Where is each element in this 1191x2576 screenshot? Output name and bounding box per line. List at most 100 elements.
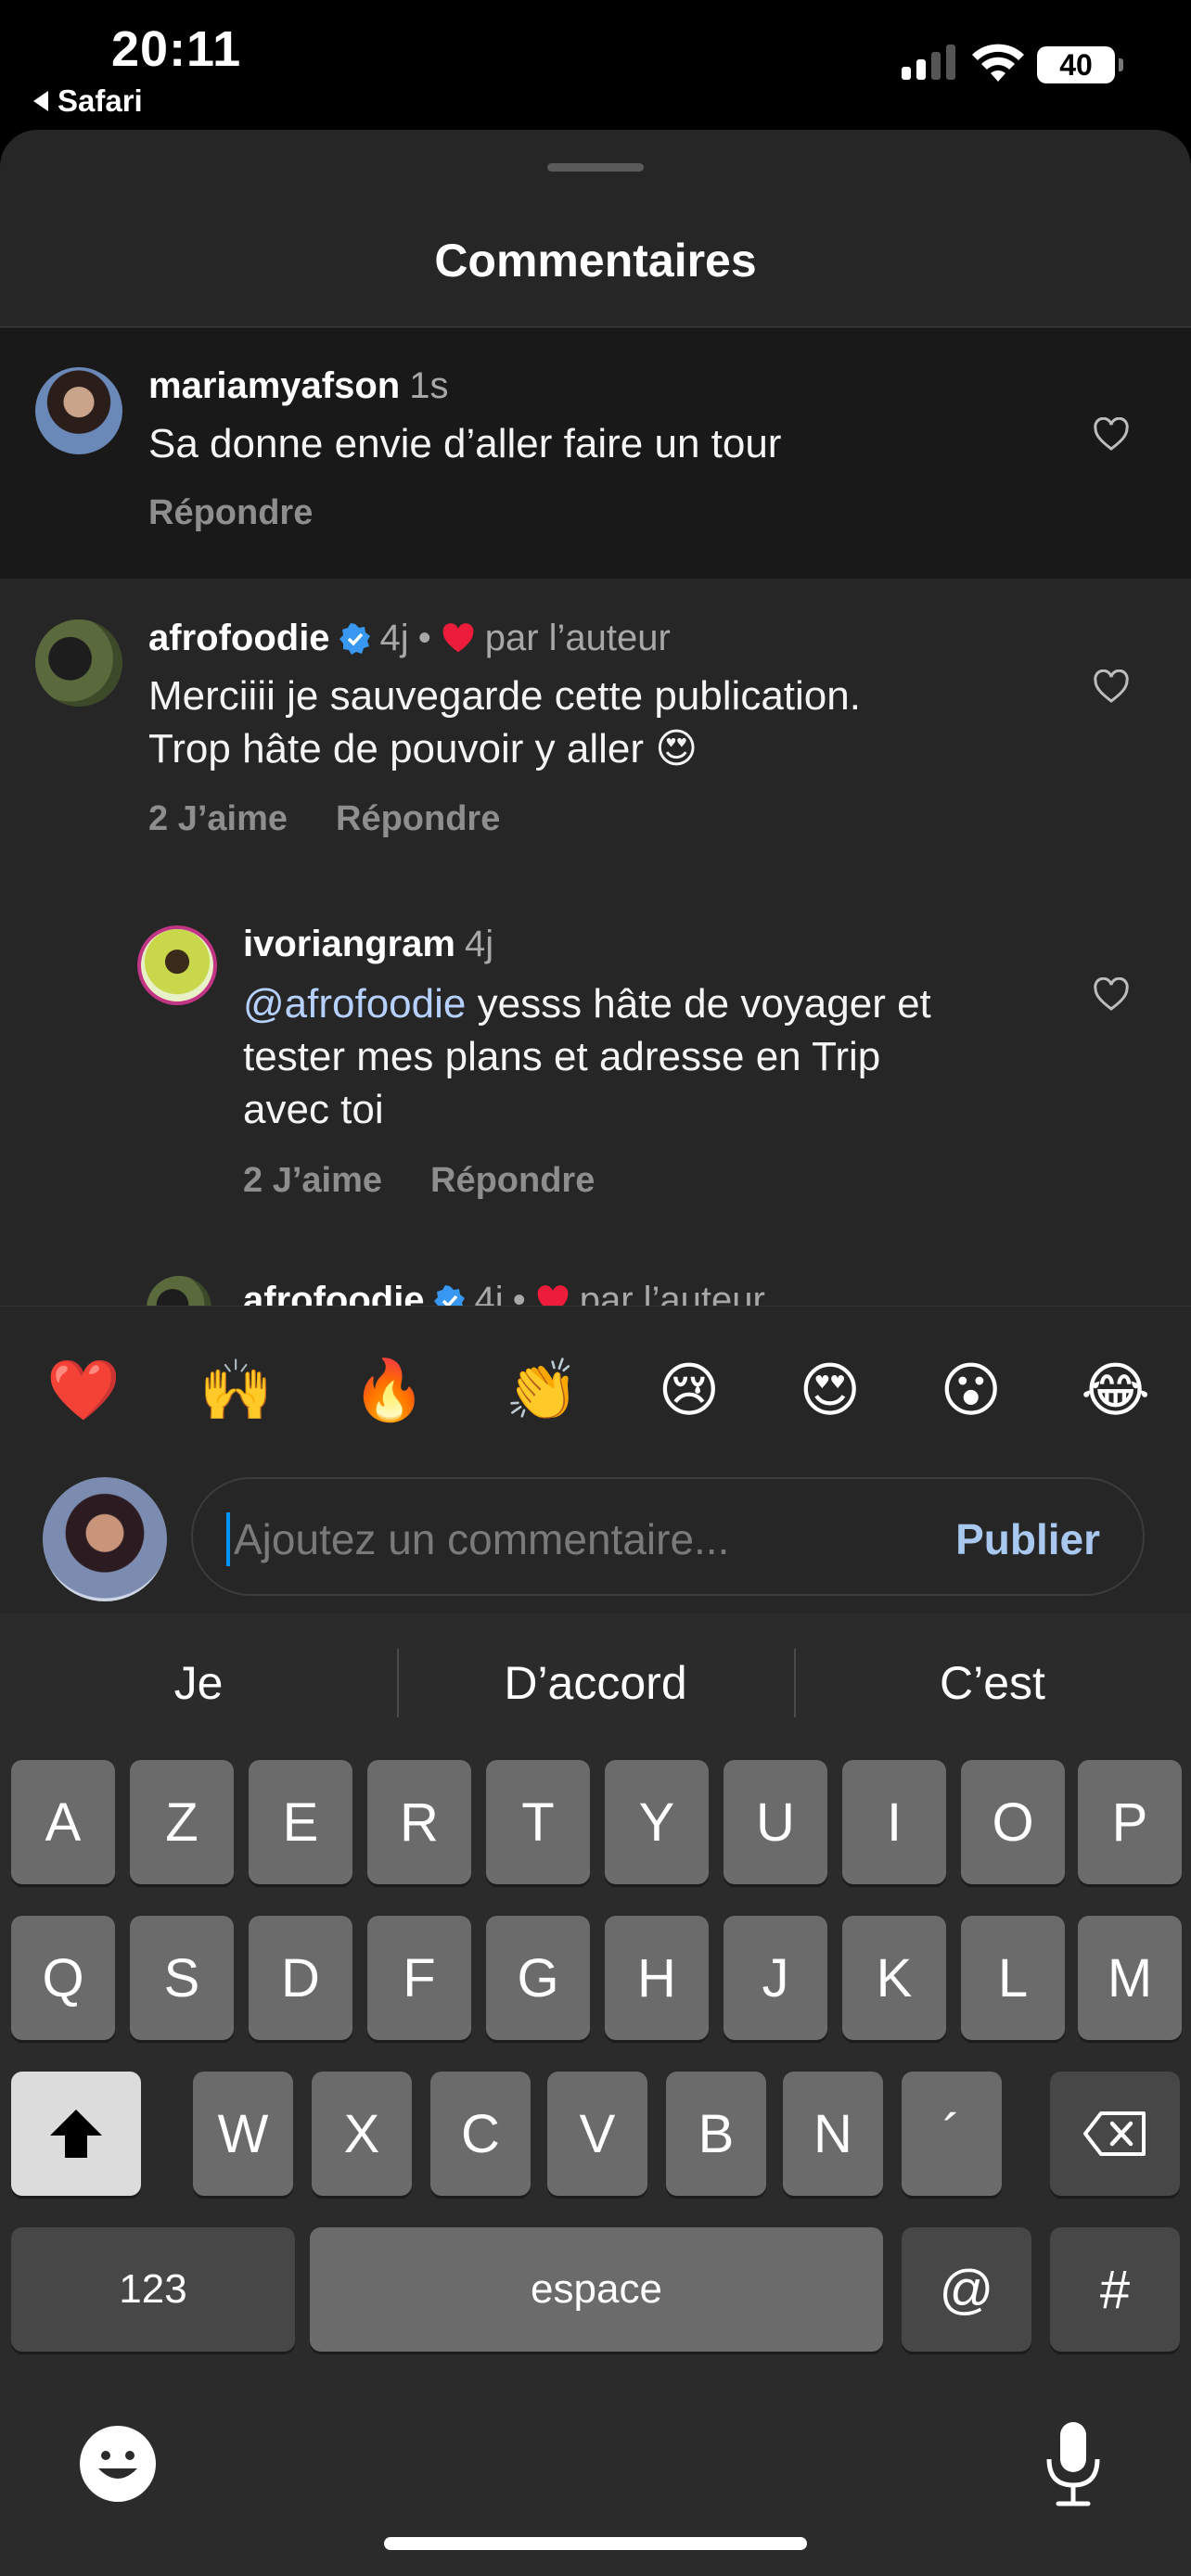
key-o[interactable]: O xyxy=(961,1760,1065,1884)
comment-text-fragment: yesss hâte de voyager et xyxy=(466,981,931,1027)
emoji-crying-button[interactable]: 😢 xyxy=(659,1353,721,1427)
mention-link[interactable]: @afrofoodie xyxy=(243,981,466,1027)
comment-username[interactable]: mariamyafson xyxy=(148,365,400,407)
comment-text-line: Merciiii je sauvegarde cette publication… xyxy=(148,673,861,719)
like-heart-icon[interactable] xyxy=(1093,670,1130,705)
suggestion-item[interactable]: Je xyxy=(0,1613,397,1753)
emoji-keyboard-icon[interactable] xyxy=(78,2424,158,2504)
key-c[interactable]: C xyxy=(430,2072,531,2196)
emoji-heart-button[interactable]: ❤️ xyxy=(46,1353,121,1427)
sheet-grabber[interactable] xyxy=(547,163,644,172)
emoji-surprised-button[interactable]: 😮 xyxy=(940,1353,1002,1427)
comment-actions: Répondre xyxy=(148,493,313,533)
key-d[interactable]: D xyxy=(249,1916,352,2040)
publish-button[interactable]: Publier xyxy=(955,1514,1100,1564)
key-a[interactable]: A xyxy=(11,1760,115,1884)
quick-emoji-row: ❤️ 🙌 🔥 👏 😢 😍 😮 😂 xyxy=(46,1353,1150,1427)
key-b[interactable]: B xyxy=(666,2072,766,2196)
predictive-bar: Je D’accord C’est xyxy=(0,1613,1191,1753)
avatar[interactable] xyxy=(35,619,122,707)
numbers-key[interactable]: 123 xyxy=(11,2227,295,2352)
sheet-title: Commentaires xyxy=(434,235,757,287)
like-heart-icon[interactable] xyxy=(1093,977,1130,1013)
comment-input[interactable]: Ajoutez un commentaire... Publier xyxy=(191,1477,1145,1596)
home-indicator[interactable] xyxy=(384,2537,807,2550)
key-n[interactable]: N xyxy=(783,2072,883,2196)
current-user-avatar xyxy=(43,1477,167,1601)
key-w[interactable]: W xyxy=(193,2072,293,2196)
comment-header: afrofoodie 4j • par l’auteur xyxy=(148,618,671,659)
back-app-label: Safari xyxy=(58,83,143,118)
suggestion-item[interactable]: C’est xyxy=(794,1613,1191,1753)
avatar[interactable] xyxy=(137,925,217,1005)
comment-composer: Ajoutez un commentaire... Publier xyxy=(0,1470,1191,1618)
text-caret xyxy=(226,1512,230,1566)
comment-time: 4j xyxy=(379,618,409,658)
key-acute-accent[interactable]: ´ xyxy=(902,2072,1002,2196)
verified-badge-icon xyxy=(339,622,370,655)
key-s[interactable]: S xyxy=(130,1916,234,2040)
backspace-icon xyxy=(1083,2111,1146,2156)
reply-button[interactable]: Répondre xyxy=(148,493,313,533)
likes-count[interactable]: 2 J’aime xyxy=(243,1161,382,1201)
emoji-heart-eyes-button[interactable]: 😍 xyxy=(799,1353,861,1427)
key-f[interactable]: F xyxy=(367,1916,471,2040)
key-k[interactable]: K xyxy=(842,1916,946,2040)
at-key[interactable]: @ xyxy=(902,2227,1031,2352)
delete-key[interactable] xyxy=(1050,2072,1180,2196)
comment-time: 1s xyxy=(409,365,449,406)
key-u[interactable]: U xyxy=(724,1760,827,1884)
emoji-fire-button[interactable]: 🔥 xyxy=(352,1353,427,1427)
like-heart-icon[interactable] xyxy=(1093,417,1130,453)
space-key[interactable]: espace xyxy=(310,2227,883,2352)
key-q[interactable]: Q xyxy=(11,1916,115,2040)
key-v[interactable]: V xyxy=(547,2072,647,2196)
emoji-raised-hands-button[interactable]: 🙌 xyxy=(199,1353,274,1427)
back-to-safari-button[interactable]: Safari xyxy=(33,83,143,119)
microphone-icon[interactable] xyxy=(1043,2420,1104,2509)
key-y[interactable]: Y xyxy=(605,1760,709,1884)
shift-key[interactable] xyxy=(11,2072,141,2196)
comment-time: 4j xyxy=(464,924,494,964)
suggestion-item[interactable]: D’accord xyxy=(397,1613,794,1753)
comment-input-placeholder: Ajoutez un commentaire... xyxy=(234,1515,730,1563)
comment-header: mariamyafson 1s xyxy=(148,365,448,407)
key-r[interactable]: R xyxy=(367,1760,471,1884)
status-time: 20:11 xyxy=(111,21,242,77)
emoji-laughing-button[interactable]: 😂 xyxy=(1081,1353,1150,1427)
key-g[interactable]: G xyxy=(486,1916,590,2040)
comment-username[interactable]: ivoriangram xyxy=(243,924,455,965)
key-t[interactable]: T xyxy=(486,1760,590,1884)
comment-actions: 2 J’aime Répondre xyxy=(243,1161,595,1201)
likes-count[interactable]: 2 J’aime xyxy=(148,799,288,839)
key-p[interactable]: P xyxy=(1078,1760,1182,1884)
key-x[interactable]: X xyxy=(312,2072,412,2196)
separator-dot: • xyxy=(417,618,431,658)
key-h[interactable]: H xyxy=(605,1916,709,2040)
key-m[interactable]: M xyxy=(1078,1916,1182,2040)
avatar[interactable] xyxy=(35,367,122,454)
comment-item: mariamyafson 1s Sa donne envie d’aller f… xyxy=(0,328,1191,579)
status-bar: 20:11 Safari 40 xyxy=(0,0,1191,130)
emoji-clap-button[interactable]: 👏 xyxy=(506,1353,580,1427)
shift-arrow-icon xyxy=(50,2110,102,2158)
comment-reply-item: ivoriangram 4j @afrofoodie yesss hâte de… xyxy=(0,877,1191,1230)
battery-indicator: 40 xyxy=(1037,46,1123,83)
hash-key[interactable]: # xyxy=(1050,2227,1180,2352)
liked-by-author-label: par l’auteur xyxy=(484,618,671,658)
key-l[interactable]: L xyxy=(961,1916,1065,2040)
comment-text-line: tester mes plans et adresse en Trip xyxy=(243,1034,881,1079)
key-i[interactable]: I xyxy=(842,1760,946,1884)
reply-button[interactable]: Répondre xyxy=(336,799,500,839)
key-e[interactable]: E xyxy=(249,1760,352,1884)
comment-item: afrofoodie 4j • par l’auteur Merciiii je… xyxy=(0,580,1191,877)
comment-username[interactable]: afrofoodie xyxy=(148,618,330,659)
reply-button[interactable]: Répondre xyxy=(430,1161,595,1201)
key-z[interactable]: Z xyxy=(130,1760,234,1884)
key-j[interactable]: J xyxy=(724,1916,827,2040)
keyboard: Je D’accord C’est A Z E R T Y U I O P Q … xyxy=(0,1613,1191,2576)
cellular-signal-icon xyxy=(902,43,955,80)
reaction-bar: ❤️ 🙌 🔥 👏 😢 😍 😮 😂 Ajoutez un commentaire.… xyxy=(0,1306,1191,1613)
divider xyxy=(0,326,1191,327)
comment-text: @afrofoodie yesss hâte de voyager et tes… xyxy=(243,977,931,1136)
